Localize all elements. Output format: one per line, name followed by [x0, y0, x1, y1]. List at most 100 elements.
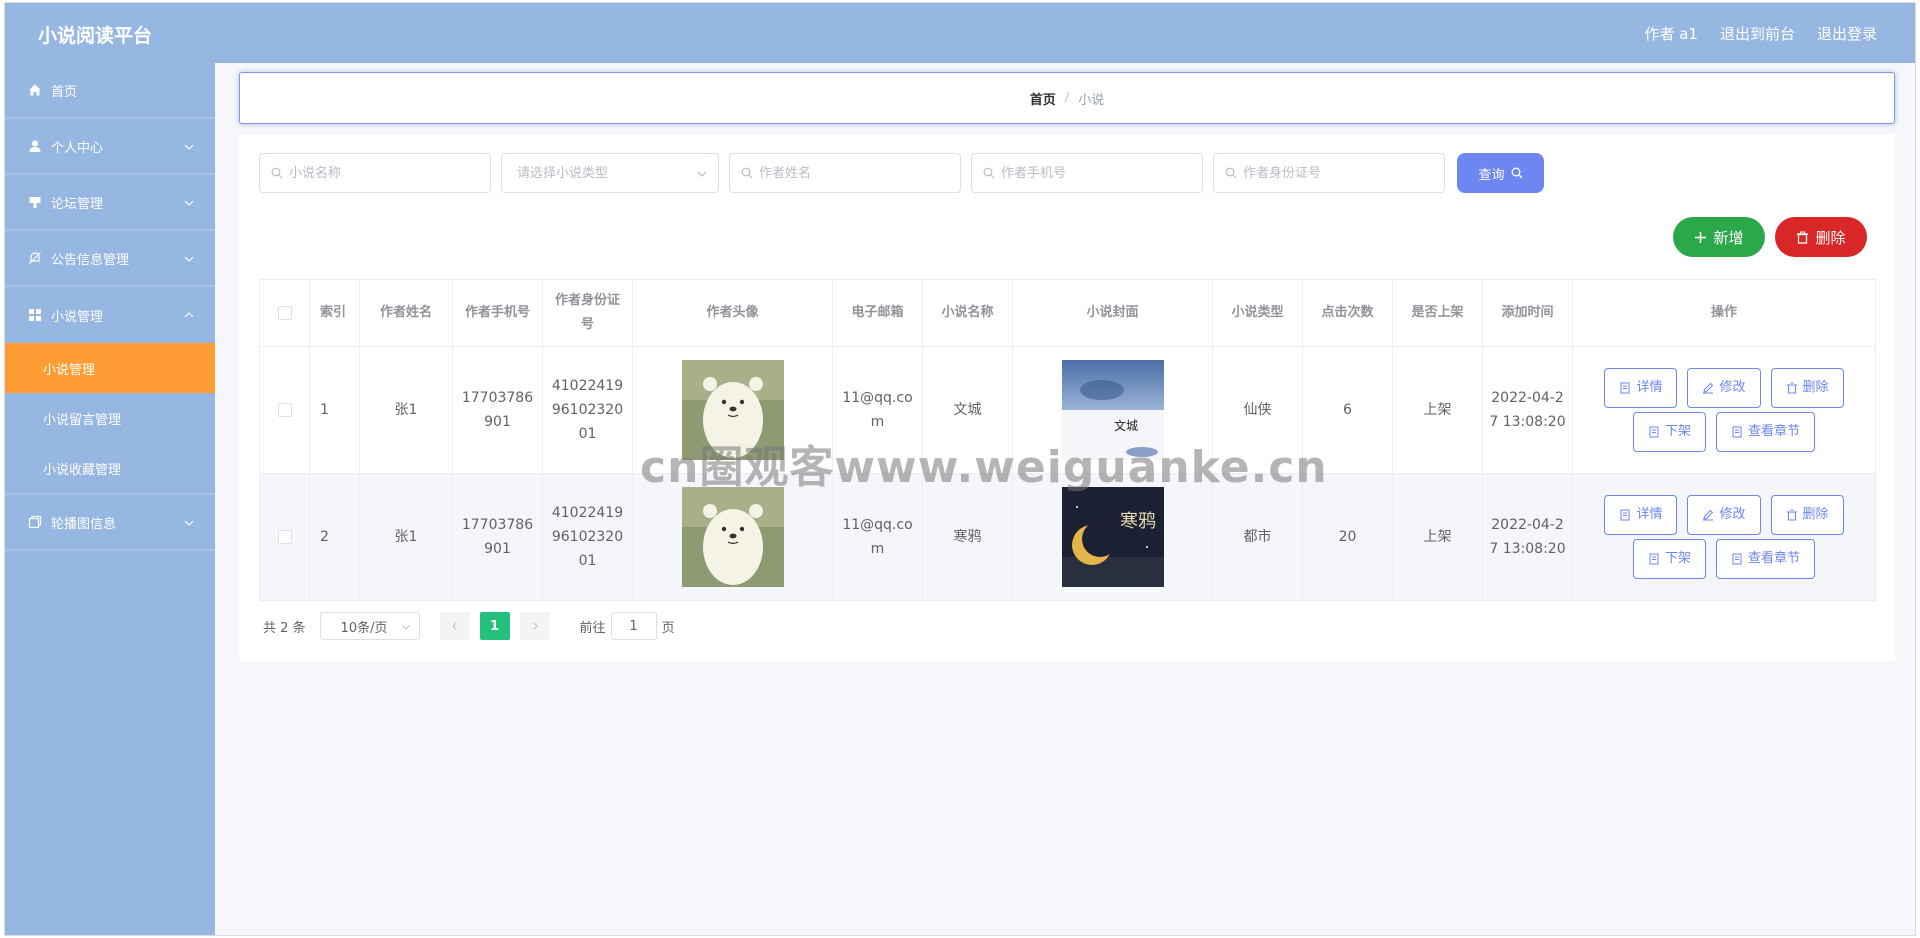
search-icon — [1511, 167, 1522, 179]
cell-time: 2022-04-27 13:08:20 — [1482, 473, 1573, 601]
trash-icon — [1786, 509, 1797, 521]
chevron-down-icon — [184, 144, 194, 150]
novel-name-field[interactable] — [259, 153, 491, 193]
document-icon — [1620, 509, 1630, 521]
main-content: 查询 新增 删除 索引 作者姓名 作者手机 — [239, 134, 1895, 661]
prev-page-button[interactable] — [439, 612, 470, 640]
author-phone-field[interactable] — [971, 153, 1203, 193]
view-chapters-button[interactable]: 查看章节 — [1716, 539, 1816, 579]
detail-button[interactable]: 详情 — [1604, 368, 1678, 408]
row-checkbox[interactable] — [277, 403, 292, 417]
edit-icon — [1703, 382, 1714, 394]
author-name-field[interactable] — [729, 153, 961, 193]
chevron-down-icon — [184, 200, 194, 206]
page-size-select[interactable]: 10条/页 — [319, 612, 420, 640]
sidebar-item-notice[interactable]: 公告信息管理 — [5, 231, 215, 287]
column-header: 电子邮箱 — [832, 279, 923, 347]
author-idcard-input[interactable] — [1243, 165, 1423, 181]
cell-time: 2022-04-27 13:08:20 — [1482, 346, 1573, 474]
row-checkbox[interactable] — [277, 530, 292, 544]
page-number-current[interactable]: 1 — [479, 612, 510, 640]
detail-label: 详情 — [1636, 380, 1663, 395]
select-all-checkbox[interactable] — [277, 305, 292, 320]
sidebar-item-label: 首页 — [51, 84, 78, 100]
novel-cover-image: 寒鸦 — [1061, 487, 1164, 587]
cell-operations: 详情 修改 删除 下架 查看章节 — [1572, 473, 1876, 601]
novel-name-input[interactable] — [289, 165, 469, 181]
sidebar-item-label: 个人中心 — [51, 140, 104, 156]
add-label: 新增 — [1713, 228, 1744, 247]
breadcrumb-home[interactable]: 首页 — [1030, 89, 1056, 108]
novel-type-input[interactable] — [517, 165, 697, 181]
cell-cover: 文城 — [1012, 346, 1213, 474]
column-header: 是否上架 — [1392, 279, 1483, 347]
search-icon — [1225, 167, 1237, 179]
sidebar-item-novels[interactable]: 小说管理 — [5, 287, 215, 343]
goto-label: 前往 — [579, 620, 606, 636]
delete-button[interactable]: 删除 — [1770, 368, 1844, 408]
sidebar-item-profile[interactable]: 个人中心 — [5, 119, 215, 175]
sidebar-subitem-novel-favorites[interactable]: 小说收藏管理 — [5, 443, 215, 493]
chevron-up-icon — [184, 312, 194, 318]
home-icon — [27, 82, 43, 98]
column-header: 作者姓名 — [359, 279, 453, 347]
sidebar-subitem-novel-manage[interactable]: 小说管理 — [5, 343, 215, 393]
chevron-left-icon — [451, 622, 457, 630]
cell-author: 张1 — [359, 346, 453, 474]
sidebar-item-home[interactable]: 首页 — [5, 63, 215, 119]
offshelf-button[interactable]: 下架 — [1632, 412, 1706, 452]
edit-button[interactable]: 修改 — [1687, 495, 1761, 535]
logout-link[interactable]: 退出登录 — [1817, 23, 1877, 44]
search-icon — [271, 167, 283, 179]
cell-type: 仙侠 — [1212, 346, 1303, 474]
author-idcard-field[interactable] — [1213, 153, 1445, 193]
document-icon — [1620, 382, 1630, 394]
pagination-total: 共 2 条 — [263, 620, 306, 636]
next-page-button[interactable] — [519, 612, 550, 640]
current-user[interactable]: 作者 a1 — [1644, 23, 1698, 44]
column-header: 索引 — [309, 279, 360, 347]
query-button[interactable]: 查询 — [1457, 153, 1544, 193]
edit-button[interactable]: 修改 — [1687, 368, 1761, 408]
table-header-row: 索引 作者姓名 作者手机号 作者身份证号 作者头像 电子邮箱 小说名称 小说封面… — [259, 279, 1876, 347]
cell-title: 文城 — [922, 346, 1013, 474]
app-frame: 小说阅读平台 作者 a1 退出到前台 退出登录 首页 个人中心 论坛管理 公告信… — [4, 2, 1916, 936]
add-button[interactable]: 新增 — [1673, 217, 1765, 257]
view-chapters-button[interactable]: 查看章节 — [1716, 412, 1816, 452]
brand-title: 小说阅读平台 — [38, 25, 153, 47]
delete-button[interactable]: 删除 — [1770, 495, 1844, 535]
forum-icon — [27, 194, 43, 210]
sidebar-item-forum[interactable]: 论坛管理 — [5, 175, 215, 231]
offshelf-label: 下架 — [1664, 424, 1691, 439]
sidebar-item-carousel[interactable]: 轮播图信息 — [5, 495, 215, 551]
row-select-cell — [259, 346, 310, 474]
cell-author: 张1 — [359, 473, 453, 601]
document-icon — [1732, 426, 1742, 438]
author-avatar-image — [681, 360, 784, 460]
batch-delete-button[interactable]: 删除 — [1775, 217, 1867, 257]
cell-onshelf: 上架 — [1392, 346, 1483, 474]
author-phone-input[interactable] — [1001, 165, 1181, 181]
search-icon — [983, 167, 995, 179]
chevron-down-icon — [401, 625, 410, 630]
sidebar-item-label: 轮播图信息 — [51, 516, 117, 532]
column-header: 作者手机号 — [452, 279, 543, 347]
author-name-input[interactable] — [759, 165, 939, 181]
novel-type-select[interactable] — [501, 153, 719, 193]
sidebar-item-label: 小说管理 — [51, 309, 104, 325]
sidebar: 首页 个人中心 论坛管理 公告信息管理 小说管理 小说管理 小说留言管理 小说收… — [5, 63, 215, 935]
goto-page-input[interactable]: 1 — [610, 612, 657, 640]
column-header: 操作 — [1572, 279, 1876, 347]
author-avatar-image — [681, 487, 784, 587]
search-icon — [741, 167, 753, 179]
offshelf-button[interactable]: 下架 — [1632, 539, 1706, 579]
column-header: 小说名称 — [922, 279, 1013, 347]
edit-icon — [1703, 509, 1714, 521]
breadcrumb-separator: / — [1064, 90, 1070, 106]
edit-label: 修改 — [1719, 380, 1746, 395]
chevron-down-icon — [184, 520, 194, 526]
sidebar-subitem-novel-comments[interactable]: 小说留言管理 — [5, 393, 215, 443]
exit-to-front-link[interactable]: 退出到前台 — [1720, 23, 1795, 44]
detail-button[interactable]: 详情 — [1604, 495, 1678, 535]
document-icon — [1732, 553, 1742, 565]
